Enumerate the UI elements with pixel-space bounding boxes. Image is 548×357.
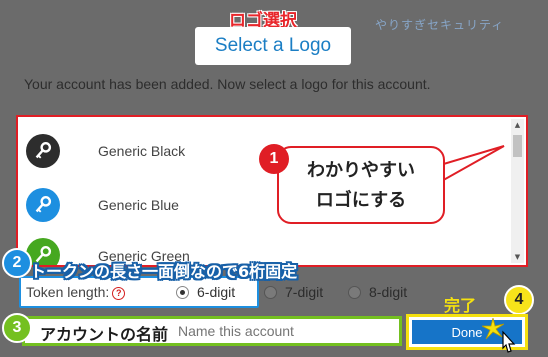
radio-label: 6-digit (197, 284, 236, 300)
scroll-up-arrow-icon[interactable]: ▲ (511, 119, 524, 131)
step-badge-1: 1 (259, 144, 289, 174)
step-badge-2: 2 (2, 248, 32, 278)
list-item-generic-blue[interactable]: Generic Blue (26, 184, 179, 226)
bubble-line-2: ロゴにする (315, 190, 407, 211)
complete-annotation: 完了 (444, 296, 477, 315)
list-item-label: Generic Black (98, 143, 186, 159)
token-length-text: Token length: (26, 284, 110, 300)
key-icon (26, 188, 60, 222)
bubble-line-1: わかりやすい (307, 160, 415, 181)
token-length-label: Token length:? (26, 284, 126, 300)
step-badge-4: 4 (504, 285, 534, 315)
callout-bubble: わかりやすい ロゴにする (277, 146, 445, 224)
watermark: やりすぎセキュリティ (375, 18, 505, 32)
token-length-annotation: トークンの長さ一面倒なので6桁固定 (30, 262, 298, 281)
step-badge-3: 3 (2, 313, 32, 343)
scroll-thumb[interactable] (513, 135, 522, 157)
help-icon[interactable]: ? (112, 287, 126, 300)
radio-button[interactable] (176, 285, 189, 299)
list-item-generic-black[interactable]: Generic Black (26, 130, 185, 172)
dialog-subtitle: Your account has been added. Now select … (24, 76, 431, 92)
radio-7-digit[interactable]: 7-digit (264, 284, 323, 300)
key-icon (26, 134, 60, 168)
list-item-label: Generic Blue (98, 197, 179, 213)
list-scrollbar[interactable]: ▲ ▼ (511, 119, 524, 263)
account-name-annotation: アカウントの名前 (40, 325, 169, 344)
dialog-title: Select a Logo (195, 27, 351, 65)
radio-6-digit[interactable]: 6-digit (176, 284, 235, 300)
radio-8-digit[interactable]: 8-digit (348, 284, 407, 300)
radio-label: 8-digit (369, 284, 408, 300)
scroll-down-arrow-icon[interactable]: ▼ (511, 251, 524, 263)
cursor-icon (502, 330, 516, 353)
radio-button[interactable] (348, 285, 361, 299)
radio-button[interactable] (264, 285, 277, 299)
radio-label: 7-digit (285, 284, 324, 300)
